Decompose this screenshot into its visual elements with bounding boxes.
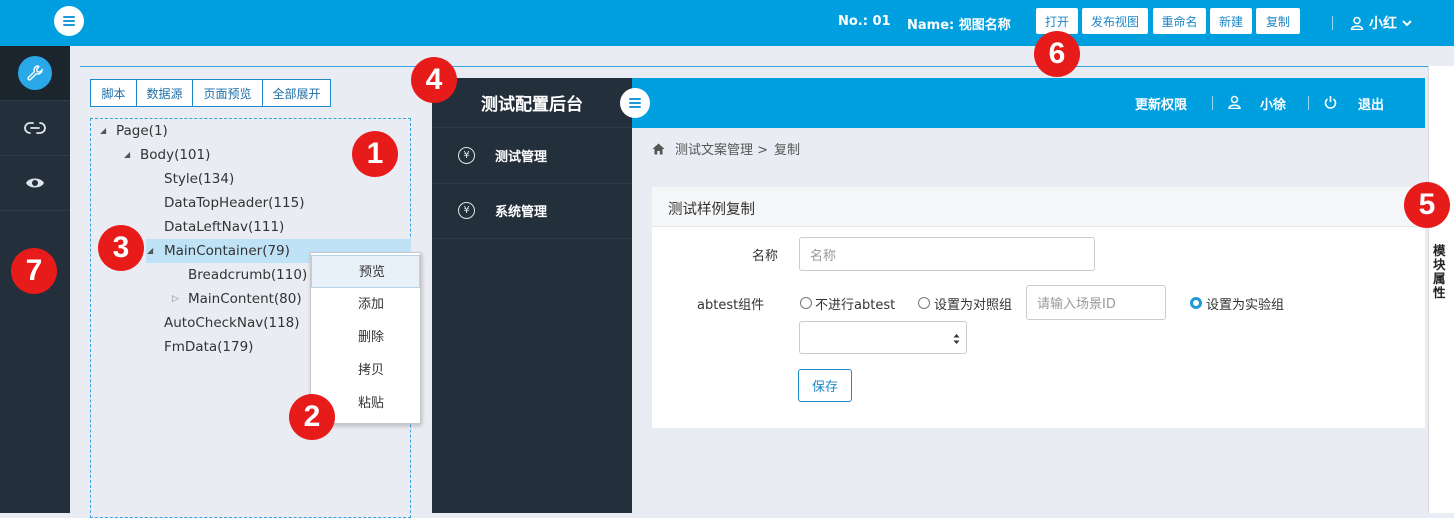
wrench-icon [18, 56, 52, 90]
logout-link[interactable]: 退出 [1358, 94, 1384, 113]
datasource-button[interactable]: 数据源 [136, 79, 193, 107]
form-title: 测试样例复制 [668, 202, 755, 218]
breadcrumb: 测试文案管理 > 复制 [652, 139, 800, 158]
preview-menu-toggle-icon[interactable] [620, 88, 650, 118]
badge-6: 6 [1034, 31, 1080, 77]
home-icon[interactable] [652, 143, 665, 155]
yen-icon: ¥ [458, 202, 475, 219]
tree-node[interactable]: Page(1) [116, 120, 168, 142]
radio-label: 设置为实验组 [1206, 298, 1285, 313]
preview-header: 更新权限 小徐 退出 [620, 78, 1425, 128]
user-icon [1350, 16, 1364, 30]
radio-no-abtest[interactable] [800, 297, 812, 309]
expand-triangle-icon[interactable]: ◢ [124, 150, 130, 159]
rail-item-tools[interactable] [0, 46, 70, 101]
rename-button[interactable]: 重命名 [1153, 8, 1206, 34]
chevron-down-icon [1402, 20, 1412, 27]
divider [1332, 16, 1333, 30]
select-arrows-icon [953, 334, 960, 344]
tree-node[interactable]: DataTopHeader(115) [164, 192, 304, 214]
nav-item-system-manage[interactable]: ¥ 系统管理 [432, 183, 632, 239]
publish-view-button[interactable]: 发布视图 [1082, 8, 1148, 34]
preview-sidebar: 测试配置后台 ¥ 测试管理 ¥ 系统管理 [432, 78, 632, 513]
save-button[interactable]: 保存 [798, 369, 852, 402]
radio-label: 不进行abtest [815, 298, 896, 313]
name-input[interactable]: 名称 [799, 237, 1095, 271]
menu-item-preview[interactable]: 预览 [311, 255, 420, 288]
badge-2: 2 [289, 394, 335, 440]
module-properties-label: 模块属性 [1433, 243, 1446, 300]
yen-icon: ¥ [458, 147, 475, 164]
radio-control-group[interactable] [918, 297, 930, 309]
view-number: No.: 01 [838, 14, 891, 29]
menu-item-delete[interactable]: 删除 [311, 321, 420, 354]
user-name: 小红 [1369, 16, 1397, 32]
tree-node[interactable]: MainContent(80) [188, 288, 302, 310]
user-menu[interactable]: 小红 [1350, 13, 1412, 33]
nav-item-label: 系统管理 [495, 205, 548, 220]
tree-node[interactable]: DataLeftNav(111) [164, 216, 284, 238]
menu-item-add[interactable]: 添加 [311, 288, 420, 321]
top-bar: No.: 01 Name: 视图名称 打开 发布视图 重命名 新建 复制 小红 [0, 0, 1454, 46]
radio-label: 设置为对照组 [934, 298, 1013, 313]
cloud-link-icon [24, 122, 46, 134]
menu-toggle-icon[interactable] [54, 6, 84, 36]
name-label: 名称 [752, 249, 779, 264]
divider [1308, 96, 1309, 110]
tree-node[interactable]: AutoCheckNav(118) [164, 312, 300, 334]
context-menu: 预览 添加 删除 拷贝 粘贴 [310, 252, 421, 424]
page-preview-button[interactable]: 页面预览 [192, 79, 263, 107]
copy-button[interactable]: 复制 [1256, 8, 1300, 34]
expand-triangle-icon[interactable]: ◢ [147, 246, 153, 255]
nav-item-label: 测试管理 [495, 150, 548, 165]
collapse-triangle-icon[interactable]: ▷ [172, 294, 179, 304]
expand-all-button[interactable]: 全部展开 [262, 79, 331, 107]
divider [80, 66, 1454, 67]
scene-id-input[interactable]: 请输入场景ID [1026, 285, 1166, 320]
eye-icon [26, 178, 44, 188]
rail-item-data[interactable] [0, 101, 70, 156]
breadcrumb-path[interactable]: 测试文案管理 > [675, 139, 768, 158]
badge-3: 3 [98, 225, 144, 271]
update-permission-link[interactable]: 更新权限 [1135, 94, 1187, 113]
power-icon [1324, 96, 1337, 109]
tree-node[interactable]: Body(101) [140, 144, 210, 166]
new-button[interactable]: 新建 [1210, 8, 1252, 34]
user-icon [1228, 95, 1241, 109]
script-button[interactable]: 脚本 [90, 79, 137, 107]
breadcrumb-current: 复制 [774, 143, 801, 158]
tree-node[interactable]: Style(134) [164, 168, 234, 190]
view-name: Name: 视图名称 [907, 18, 1011, 33]
preview-brand: 测试配置后台 [432, 78, 632, 128]
expand-triangle-icon[interactable]: ◢ [100, 126, 106, 135]
badge-1: 1 [352, 131, 398, 177]
divider [1212, 96, 1213, 110]
menu-item-copy[interactable]: 拷贝 [311, 354, 420, 387]
group-select[interactable] [799, 321, 967, 354]
badge-5: 5 [1404, 182, 1450, 228]
tree-node-selected[interactable]: MainContainer(79) [164, 240, 290, 262]
nav-item-test-manage[interactable]: ¥ 测试管理 [432, 128, 632, 184]
preview-user-name[interactable]: 小徐 [1260, 94, 1286, 113]
form-card: 测试样例复制 名称 名称 abtest组件 不进行abtest 设置为对照组 请… [652, 187, 1425, 428]
form-card-header: 测试样例复制 [652, 187, 1425, 227]
badge-7: 7 [11, 248, 57, 294]
module-properties-panel[interactable]: 模块属性 [1428, 66, 1454, 513]
tree-node[interactable]: Breadcrumb(110) [188, 264, 307, 286]
tree-node[interactable]: FmData(179) [164, 336, 253, 358]
abtest-label: abtest组件 [697, 298, 765, 313]
rail-item-preview[interactable] [0, 156, 70, 211]
radio-experiment-group[interactable] [1190, 297, 1202, 309]
badge-4: 4 [411, 57, 457, 103]
